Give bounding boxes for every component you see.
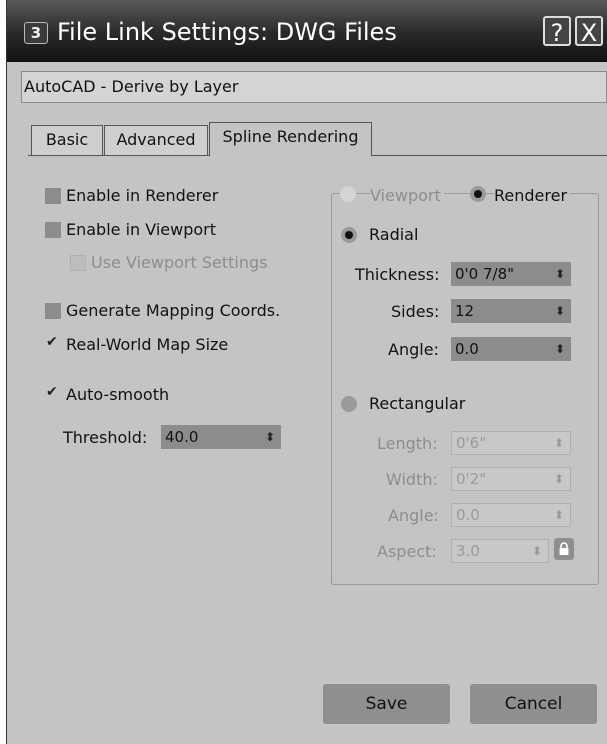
width-spinner[interactable]: 0'2" ⬍ [451, 467, 571, 491]
window-title: File Link Settings: DWG Files [57, 18, 397, 46]
auto-smooth-checkbox[interactable] [45, 384, 61, 403]
aspect-value: 3.0 [456, 542, 480, 560]
radial-angle-label: Angle: [388, 340, 439, 359]
sides-value: 12 [455, 302, 475, 320]
length-value: 0'6" [456, 434, 487, 452]
rect-angle-spinner[interactable]: 0.0 ⬍ [451, 503, 571, 527]
close-button[interactable]: X [575, 16, 603, 47]
tab-advanced[interactable]: Advanced [104, 125, 208, 155]
enable-in-renderer-checkbox[interactable] [45, 188, 61, 204]
rect-angle-value: 0.0 [456, 506, 480, 524]
rectangular-label: Rectangular [369, 394, 466, 413]
tab-basic[interactable]: Basic [31, 125, 103, 155]
real-world-map-size-checkbox[interactable] [45, 334, 61, 353]
spinner-arrows-icon[interactable]: ⬍ [555, 299, 565, 323]
threshold-label: Threshold: [63, 428, 148, 447]
generate-mapping-coords-checkbox[interactable] [45, 303, 61, 319]
save-button[interactable]: Save [323, 684, 450, 724]
radial-label: Radial [369, 225, 419, 244]
use-viewport-settings-checkbox[interactable] [70, 255, 86, 271]
tab-spline-rendering[interactable]: Spline Rendering [209, 122, 372, 156]
rect-angle-label: Angle: [388, 506, 439, 525]
spinner-arrows-icon[interactable]: ⬍ [555, 262, 565, 286]
thickness-value: 0'0 7/8" [455, 265, 515, 283]
lock-icon[interactable] [554, 538, 574, 560]
aspect-label: Aspect: [377, 542, 437, 561]
rectangular-radio[interactable] [341, 396, 357, 412]
generate-mapping-coords-label: Generate Mapping Coords. [66, 301, 281, 320]
spinner-arrows-icon[interactable]: ⬍ [554, 468, 564, 490]
enable-in-viewport-checkbox[interactable] [45, 222, 61, 238]
radial-angle-value: 0.0 [455, 340, 479, 358]
length-label: Length: [377, 434, 438, 453]
thickness-spinner[interactable]: 0'0 7/8" ⬍ [451, 262, 571, 286]
width-value: 0'2" [456, 470, 487, 488]
radial-radio[interactable] [341, 227, 357, 243]
cancel-button[interactable]: Cancel [470, 684, 597, 724]
length-spinner[interactable]: 0'6" ⬍ [451, 431, 571, 455]
help-button[interactable]: ? [543, 16, 571, 47]
file-link-settings-dialog: 3 File Link Settings: DWG Files ? X Auto… [6, 0, 607, 744]
sides-label: Sides: [391, 302, 440, 321]
renderer-radio[interactable] [470, 186, 486, 202]
threshold-spinner[interactable]: 40.0 ⬍ [161, 425, 281, 449]
width-label: Width: [386, 470, 438, 489]
spinner-arrows-icon[interactable]: ⬍ [554, 504, 564, 526]
title-bar[interactable]: 3 File Link Settings: DWG Files ? X [7, 0, 607, 62]
auto-smooth-label: Auto-smooth [66, 385, 170, 404]
spinner-arrows-icon[interactable]: ⬍ [555, 337, 565, 361]
spinner-arrows-icon[interactable]: ⬍ [554, 432, 564, 454]
radial-angle-spinner[interactable]: 0.0 ⬍ [451, 337, 571, 361]
aspect-spinner[interactable]: 3.0 ⬍ [451, 539, 549, 563]
spinner-arrows-icon[interactable]: ⬍ [532, 540, 542, 562]
spinner-arrows-icon[interactable]: ⬍ [265, 425, 275, 449]
use-viewport-settings-label: Use Viewport Settings [91, 253, 268, 272]
viewport-radio-label: Viewport [370, 186, 444, 206]
enable-in-viewport-label: Enable in Viewport [66, 220, 217, 239]
sides-spinner[interactable]: 12 ⬍ [451, 299, 571, 323]
threshold-value: 40.0 [165, 428, 199, 446]
viewport-radio[interactable] [340, 186, 356, 202]
real-world-map-size-label: Real-World Map Size [66, 335, 229, 354]
preset-dropdown[interactable]: AutoCAD - Derive by Layer [21, 71, 607, 103]
enable-in-renderer-label: Enable in Renderer [66, 186, 219, 205]
renderer-radio-label: Renderer [494, 186, 571, 206]
app-icon: 3 [24, 22, 48, 44]
thickness-label: Thickness: [355, 265, 440, 284]
